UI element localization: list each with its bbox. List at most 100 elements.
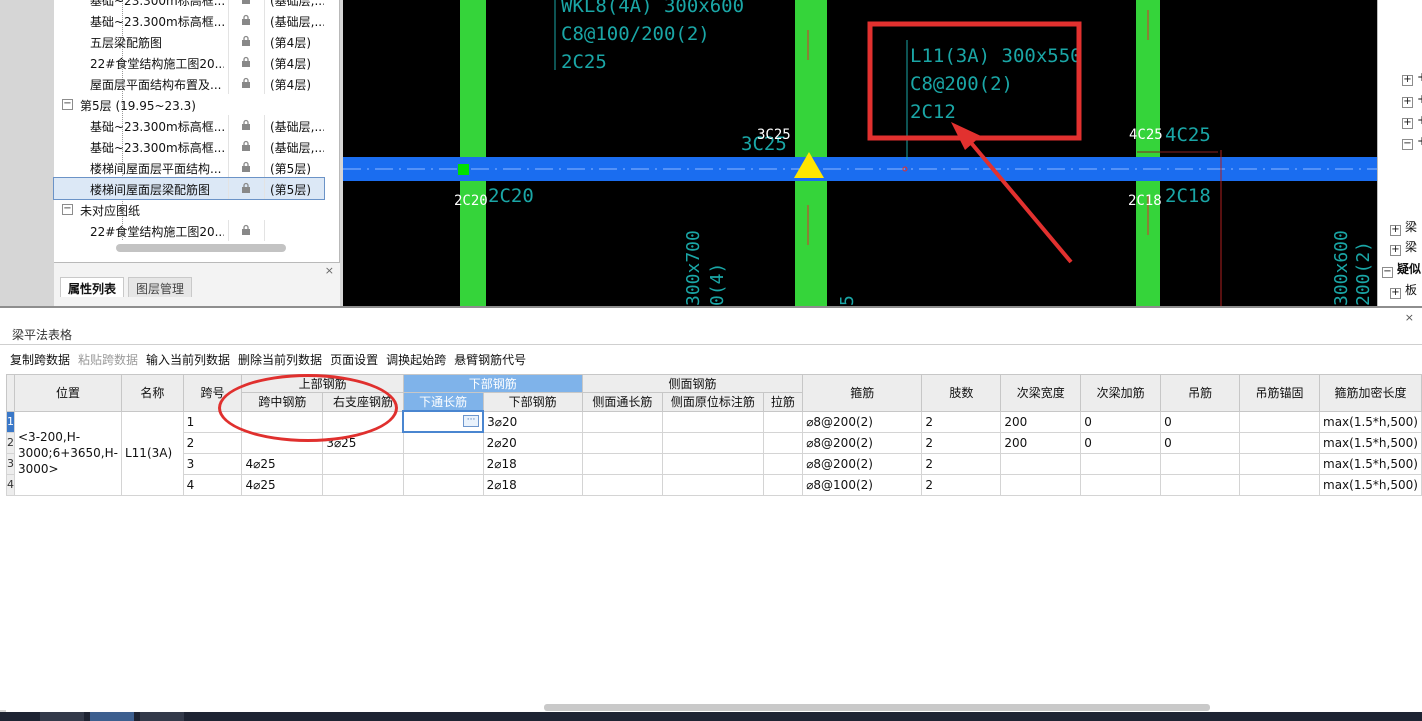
header-hanger[interactable]: 吊筋 xyxy=(1160,374,1241,412)
secondary-add-cell[interactable] xyxy=(1080,452,1162,475)
stirrup-cell[interactable]: ⌀8@100(2) xyxy=(802,473,923,496)
close-icon[interactable]: × xyxy=(325,264,334,277)
header-top-bars[interactable]: 上部钢筋 xyxy=(241,374,404,393)
hanger-cell[interactable] xyxy=(1160,452,1241,475)
legs-cell[interactable]: 2 xyxy=(921,431,1002,454)
expand-toggle-icon[interactable]: − xyxy=(1402,139,1413,150)
mid-top-cell[interactable]: 4⌀25 xyxy=(241,452,324,475)
lock-icon[interactable] xyxy=(240,35,252,47)
expand-toggle-icon[interactable]: + xyxy=(1390,225,1401,236)
tie-cell[interactable] xyxy=(762,410,804,433)
hanger-anchor-cell[interactable] xyxy=(1239,452,1320,475)
toolbar-button[interactable]: 删除当前列数据 xyxy=(238,351,322,368)
hanger-anchor-cell[interactable] xyxy=(1239,410,1320,433)
bottom-through-cell[interactable] xyxy=(402,431,484,454)
header-secondary-add[interactable]: 次梁加筋 xyxy=(1080,374,1162,412)
secondary-width-cell[interactable]: 200 xyxy=(1000,431,1082,454)
right-tree-item[interactable]: −+ xyxy=(1402,134,1422,150)
hanger-anchor-cell[interactable] xyxy=(1239,431,1320,454)
right-support-cell[interactable] xyxy=(322,452,404,475)
right-tree-item[interactable]: − 疑似 xyxy=(1382,260,1421,278)
span-cell[interactable]: 4 xyxy=(182,473,243,496)
bottom-through-cell[interactable] xyxy=(402,473,484,496)
lock-icon[interactable] xyxy=(240,140,252,152)
position-cell[interactable]: <3-200,H-3000;6+3650,H-3000> xyxy=(14,410,122,496)
tree-item[interactable]: 基础~23.300m标高框... (基础层,... xyxy=(54,10,324,31)
right-tree-item[interactable]: ++ xyxy=(1402,92,1422,108)
header-right-support[interactable]: 右支座钢筋 xyxy=(322,392,404,412)
cad-drawing-canvas[interactable]: WKL8(4A) 300x600 C8@100/200(2) 2C25 L11(… xyxy=(343,0,1377,306)
table-row[interactable]: 4 4 4⌀25 2⌀18 ⌀8@100(2) 2 max(1.5*h,500) xyxy=(6,473,1422,496)
mid-top-cell[interactable] xyxy=(241,410,324,433)
bottom-through-cell[interactable]: ··· xyxy=(402,410,485,433)
lock-icon[interactable] xyxy=(240,56,252,68)
right-tree-item[interactable]: + 板 xyxy=(1390,281,1417,299)
close-icon[interactable]: × xyxy=(1405,311,1414,324)
tree-item[interactable]: 22#食堂结构施工图20... xyxy=(54,220,324,241)
hanger-cell[interactable]: 0 xyxy=(1160,431,1241,454)
side-through-cell[interactable] xyxy=(581,410,664,433)
legs-cell[interactable]: 2 xyxy=(921,473,1002,496)
right-support-cell[interactable]: 3⌀25 xyxy=(322,431,404,454)
tie-cell[interactable] xyxy=(762,473,804,496)
span-cell[interactable]: 2 xyxy=(182,431,243,454)
table-row[interactable]: 2 2 3⌀25 2⌀20 ⌀8@200(2) 2 200 0 0 max(1.5*h,500) xyxy=(6,431,1422,454)
tree-item[interactable]: 屋面层平面结构布置及... (第4层) xyxy=(54,73,324,94)
mid-top-cell[interactable]: 4⌀25 xyxy=(241,473,324,496)
hanger-cell[interactable]: 0 xyxy=(1160,410,1241,433)
header-side-original[interactable]: 侧面原位标注筋 xyxy=(662,392,764,412)
bottom-bar-cell[interactable]: 2⌀18 xyxy=(482,452,583,475)
stirrup-cell[interactable]: ⌀8@200(2) xyxy=(802,410,923,433)
header-legs[interactable]: 肢数 xyxy=(921,374,1002,412)
legs-cell[interactable]: 2 xyxy=(921,410,1002,433)
expand-toggle-icon[interactable]: − xyxy=(1382,267,1393,278)
header-span[interactable]: 跨号 xyxy=(182,374,243,412)
tree-item[interactable]: 基础~23.300m标高框... (基础层,... xyxy=(54,115,324,136)
right-tree-item[interactable]: + 梁 xyxy=(1390,218,1417,236)
side-through-cell[interactable] xyxy=(581,473,664,496)
lock-icon[interactable] xyxy=(240,77,252,89)
table-horizontal-scrollbar[interactable] xyxy=(544,704,1210,711)
span-cell[interactable]: 3 xyxy=(182,452,243,475)
tree-group[interactable]: − 未对应图纸 xyxy=(54,199,324,220)
expand-toggle-icon[interactable]: + xyxy=(1402,118,1413,129)
row-number[interactable]: 4 xyxy=(6,473,15,496)
lock-icon[interactable] xyxy=(240,119,252,131)
side-original-cell[interactable] xyxy=(662,473,764,496)
stirrup-cell[interactable]: ⌀8@200(2) xyxy=(802,431,923,454)
side-original-cell[interactable] xyxy=(662,410,764,433)
tree-item[interactable]: 22#食堂结构施工图20... (第4层) xyxy=(54,52,324,73)
secondary-width-cell[interactable] xyxy=(1000,452,1082,475)
header-mid-top[interactable]: 跨中钢筋 xyxy=(241,392,324,412)
right-tree-item[interactable]: + 梁 xyxy=(1390,238,1417,256)
taskbar-item[interactable] xyxy=(40,712,84,721)
secondary-width-cell[interactable]: 200 xyxy=(1000,410,1082,433)
stirrup-dense-cell[interactable]: max(1.5*h,500) xyxy=(1319,431,1422,454)
header-name[interactable]: 名称 xyxy=(120,374,184,412)
header-bottom-bars[interactable]: 下部钢筋 xyxy=(402,374,583,393)
tree-item[interactable]: 基础~23.300m标高框... (基础层,... xyxy=(54,0,324,10)
toolbar-button[interactable]: 复制跨数据 xyxy=(10,351,70,368)
expand-toggle-icon[interactable]: + xyxy=(1402,97,1413,108)
taskbar-item[interactable] xyxy=(140,712,184,721)
stirrup-dense-cell[interactable]: max(1.5*h,500) xyxy=(1319,473,1422,496)
secondary-add-cell[interactable] xyxy=(1080,473,1162,496)
tree-item[interactable]: 楼梯间屋面层平面结构... (第5层) xyxy=(54,157,324,178)
toolbar-button[interactable]: 输入当前列数据 xyxy=(146,351,230,368)
toolbar-button[interactable]: 调换起始跨 xyxy=(386,351,446,368)
tree-horizontal-scrollbar[interactable] xyxy=(116,244,286,252)
right-support-cell[interactable] xyxy=(322,410,404,433)
side-original-cell[interactable] xyxy=(662,431,764,454)
lock-icon[interactable] xyxy=(240,224,252,236)
secondary-width-cell[interactable] xyxy=(1000,473,1082,496)
tie-cell[interactable] xyxy=(762,452,804,475)
header-bottom-through[interactable]: 下通长筋 xyxy=(402,392,484,412)
header-tie[interactable]: 拉筋 xyxy=(762,392,804,412)
secondary-add-cell[interactable]: 0 xyxy=(1080,431,1162,454)
header-stirrup[interactable]: 箍筋 xyxy=(802,374,923,412)
stirrup-dense-cell[interactable]: max(1.5*h,500) xyxy=(1319,410,1422,433)
toolbar-button[interactable]: 粘贴跨数据 xyxy=(78,351,138,368)
lock-icon[interactable] xyxy=(240,14,252,26)
span-cell[interactable]: 1 xyxy=(182,410,243,433)
toolbar-button[interactable]: 页面设置 xyxy=(330,351,378,368)
